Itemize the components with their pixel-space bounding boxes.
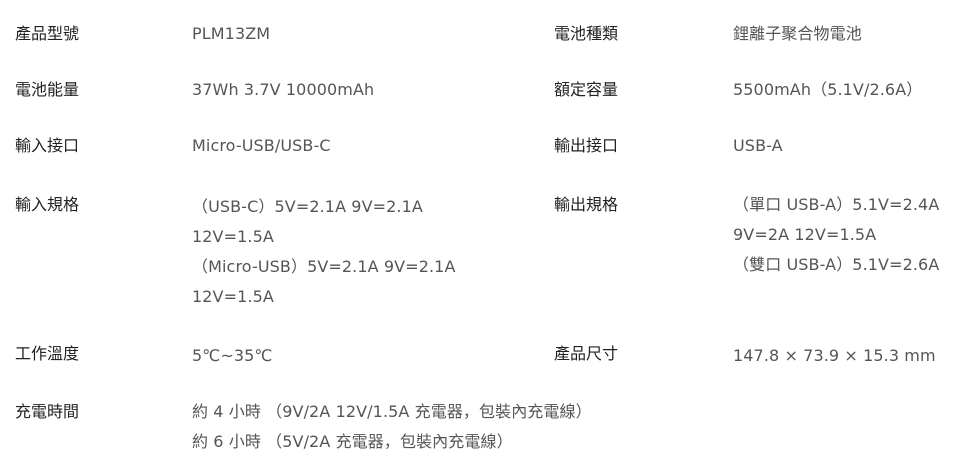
input-port-label: 輸入接口 xyxy=(15,136,80,155)
dimensions-value: 147.8 × 73.9 × 15.3 mm xyxy=(733,346,936,365)
model-value: PLM13ZM xyxy=(192,24,271,43)
output-spec-line: （單口 USB-A）5.1V=2.4A xyxy=(733,195,940,214)
energy-label: 電池能量 xyxy=(15,80,80,99)
spec-table: 產品型號 PLM13ZM 電池種類 鋰離子聚合物電池 電池能量 37Wh 3.7… xyxy=(0,0,967,468)
input-spec-line: 12V=1.5A xyxy=(192,287,274,306)
output-spec-line: 9V=2A 12V=1.5A xyxy=(733,225,877,244)
output-port-value: USB-A xyxy=(733,136,783,155)
temperature-value: 5℃~35℃ xyxy=(192,346,273,365)
temperature-label: 工作溫度 xyxy=(15,344,80,363)
output-spec-line: （雙口 USB-A）5.1V=2.6A xyxy=(733,255,940,274)
charge-time-line: 約 6 小時 （5V/2A 充電器，包裝內充電線） xyxy=(192,432,513,451)
battery-type-value: 鋰離子聚合物電池 xyxy=(733,24,862,43)
output-spec-value: （單口 USB-A）5.1V=2.4A 9V=2A 12V=1.5A （雙口 U… xyxy=(733,190,939,280)
charge-time-line: 約 4 小時 （9V/2A 12V/1.5A 充電器，包裝內充電線） xyxy=(192,402,592,421)
output-spec-label: 輸出規格 xyxy=(554,195,619,214)
rated-capacity-value: 5500mAh（5.1V/2.6A） xyxy=(733,80,923,99)
dimensions-label: 產品尺寸 xyxy=(554,344,619,363)
input-spec-line: 12V=1.5A xyxy=(192,227,274,246)
rated-capacity-label: 額定容量 xyxy=(554,80,619,99)
charge-time-value: 約 4 小時 （9V/2A 12V/1.5A 充電器，包裝內充電線） 約 6 小… xyxy=(192,397,592,457)
input-spec-line: （USB-C）5V=2.1A 9V=2.1A xyxy=(192,197,423,216)
charge-time-label: 充電時間 xyxy=(15,402,80,421)
input-port-value: Micro-USB/USB-C xyxy=(192,136,331,155)
output-port-label: 輸出接口 xyxy=(554,136,619,155)
input-spec-label: 輸入規格 xyxy=(15,195,80,214)
input-spec-line: （Micro-USB）5V=2.1A 9V=2.1A xyxy=(192,257,456,276)
energy-value: 37Wh 3.7V 10000mAh xyxy=(192,80,375,99)
input-spec-value: （USB-C）5V=2.1A 9V=2.1A 12V=1.5A （Micro-U… xyxy=(192,192,456,312)
battery-type-label: 電池種類 xyxy=(554,24,619,43)
model-label: 產品型號 xyxy=(15,24,80,43)
